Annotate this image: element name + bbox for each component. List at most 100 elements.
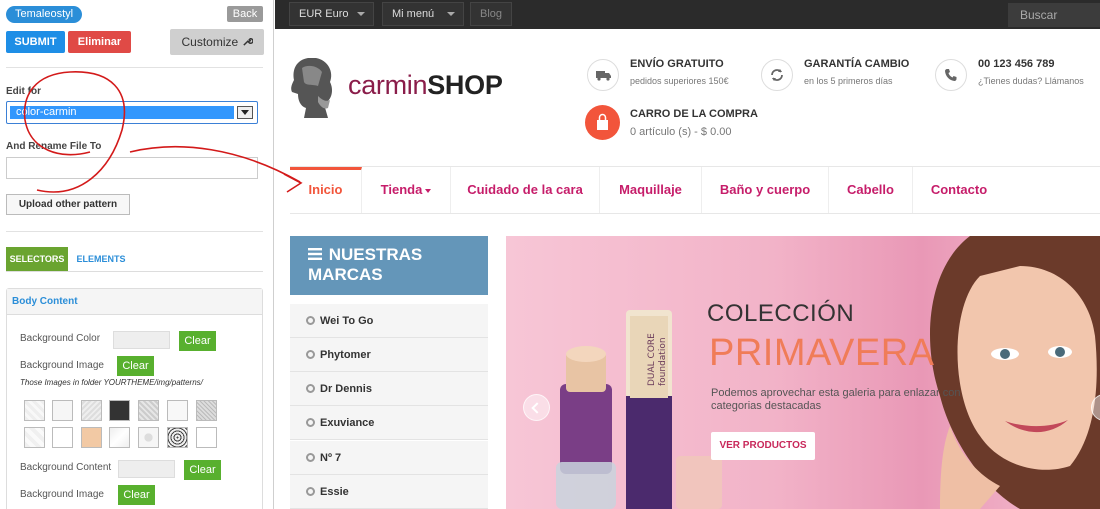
model-face-image: [930, 236, 1100, 509]
pattern-swatch[interactable]: [196, 427, 217, 448]
delete-button[interactable]: Eliminar: [68, 31, 131, 53]
rename-file-input[interactable]: [6, 157, 258, 179]
nav-item-cuidado[interactable]: Cuidado de la cara: [451, 167, 600, 213]
shopping-bag-icon[interactable]: [585, 105, 620, 140]
brand-item[interactable]: Wei To Go: [290, 304, 488, 338]
pattern-swatch[interactable]: [24, 427, 45, 448]
pattern-swatch[interactable]: [109, 400, 130, 421]
top-bar: EUR Euro Mi menú Blog Buscar: [275, 0, 1100, 29]
bg-image-label: Background Image: [20, 360, 104, 371]
nav-item-cabello[interactable]: Cabello: [829, 167, 913, 213]
exchange-subtitle: en los 5 primeros días: [804, 76, 893, 86]
clear-bg-image2-button[interactable]: Clear: [118, 485, 155, 505]
rename-label: And Rename File To: [6, 141, 102, 152]
phone-icon: [935, 59, 967, 91]
pattern-swatch[interactable]: [24, 400, 45, 421]
bg-color-input[interactable]: [113, 331, 170, 349]
edit-for-label: Edit for: [6, 86, 41, 97]
cart-title[interactable]: CARRO DE LA COMPRA: [630, 108, 758, 120]
refresh-icon: [761, 59, 793, 91]
customize-button[interactable]: Customize: [170, 29, 264, 55]
gear-icon: [306, 350, 315, 359]
brands-block: NUESTRAS MARCAS Wei To Go Phytomer Dr De…: [290, 236, 488, 509]
logo-left: carmin: [348, 70, 428, 100]
chevron-left-icon[interactable]: [523, 394, 550, 421]
bg-content-input[interactable]: [118, 460, 175, 478]
brand-label: Phytomer: [320, 349, 371, 361]
divider: [6, 231, 263, 232]
wrench-icon: [242, 38, 254, 46]
nav-item-maquillaje[interactable]: Maquillaje: [600, 167, 702, 213]
blog-link[interactable]: Blog: [470, 2, 512, 26]
upload-pattern-button[interactable]: Upload other pattern: [6, 194, 130, 215]
pattern-swatch[interactable]: [52, 400, 73, 421]
back-button[interactable]: Back: [227, 6, 263, 22]
hero-banner[interactable]: DUAL CORE foundation COLECCIÓN PRIMAVERA…: [506, 236, 1100, 509]
pattern-swatch[interactable]: [138, 400, 159, 421]
gear-icon: [306, 316, 315, 325]
gear-icon: [306, 384, 315, 393]
pattern-swatch[interactable]: [81, 427, 102, 448]
nav-label: Tienda: [380, 182, 423, 197]
brands-title-line2: MARCAS: [308, 265, 383, 284]
menu-icon: [308, 248, 322, 260]
currency-dropdown[interactable]: EUR Euro: [289, 2, 374, 26]
my-menu-label: Mi menú: [392, 8, 435, 20]
logo-text[interactable]: carminSHOP: [348, 70, 503, 101]
banner-description: Podemos aprovechar esta galeria para enl…: [711, 387, 961, 412]
theme-name-badge[interactable]: Temaleostyl: [6, 6, 83, 23]
brand-item[interactable]: Phytomer: [290, 338, 488, 372]
customize-label: Customize: [181, 35, 239, 49]
submit-button[interactable]: SUBMIT: [6, 31, 65, 53]
phone-subtitle: ¿Tienes dudas? Llámanos: [978, 76, 1084, 86]
product-label-line2: foundation: [658, 337, 668, 386]
pattern-swatch[interactable]: [167, 400, 188, 421]
phone-title[interactable]: 00 123 456 789: [978, 58, 1054, 70]
brands-title[interactable]: NUESTRAS MARCAS: [290, 236, 488, 295]
patterns-note: Those Images in folder YOURTHEME/img/pat…: [20, 378, 203, 387]
divider: [6, 67, 263, 68]
nav-item-inicio[interactable]: Inicio: [290, 167, 362, 213]
currency-label: EUR Euro: [299, 8, 349, 20]
truck-icon: [587, 59, 619, 91]
banner-subtitle: PRIMAVERA: [709, 332, 935, 374]
caret-down-icon: [357, 12, 365, 16]
logo-face-icon: [291, 58, 332, 118]
clear-bg-image-button[interactable]: Clear: [117, 356, 154, 376]
pattern-swatch[interactable]: [138, 427, 159, 448]
section-title[interactable]: Body Content: [7, 289, 262, 315]
logo-right: SHOP: [427, 70, 503, 100]
pattern-swatch[interactable]: [196, 400, 217, 421]
tab-elements[interactable]: ELEMENTS: [70, 247, 132, 271]
view-products-button[interactable]: VER PRODUCTOS: [711, 432, 815, 460]
brand-item[interactable]: Exuviance: [290, 406, 488, 440]
brands-title-line1: NUESTRAS: [328, 245, 423, 264]
search-input[interactable]: Buscar: [1008, 3, 1100, 27]
caret-down-icon: [425, 188, 432, 193]
brand-item[interactable]: Essie: [290, 475, 488, 509]
nav-item-contacto[interactable]: Contacto: [913, 167, 1005, 213]
chevron-down-icon[interactable]: [237, 106, 253, 119]
nav-item-bano[interactable]: Baño y cuerpo: [702, 167, 829, 213]
clear-bg-content-button[interactable]: Clear: [184, 460, 221, 480]
pattern-swatch[interactable]: [52, 427, 73, 448]
exchange-title: GARANTÍA CAMBIO: [804, 58, 910, 70]
pattern-swatch[interactable]: [109, 427, 130, 448]
gear-icon: [306, 487, 315, 496]
bg-content-label: Background Content: [20, 462, 112, 473]
gear-icon: [306, 453, 315, 462]
shipping-title: ENVÍO GRATUITO: [630, 58, 724, 70]
banner-title: COLECCIÓN: [707, 300, 855, 327]
my-menu-dropdown[interactable]: Mi menú: [382, 2, 464, 26]
edit-for-select[interactable]: color-carmin: [6, 101, 258, 124]
tab-selectors[interactable]: SELECTORS: [6, 247, 68, 271]
brand-item[interactable]: Nº 7: [290, 441, 488, 475]
nav-item-tienda[interactable]: Tienda: [362, 167, 451, 213]
bg-image2-label: Background Image: [20, 489, 104, 500]
brand-label: Exuviance: [320, 417, 375, 429]
pattern-swatch[interactable]: [81, 400, 102, 421]
clear-bg-color-button[interactable]: Clear: [179, 331, 216, 351]
cart-summary: 0 artículo (s) - $ 0.00: [630, 126, 732, 138]
pattern-swatch[interactable]: [167, 427, 188, 448]
brand-item[interactable]: Dr Dennis: [290, 372, 488, 406]
